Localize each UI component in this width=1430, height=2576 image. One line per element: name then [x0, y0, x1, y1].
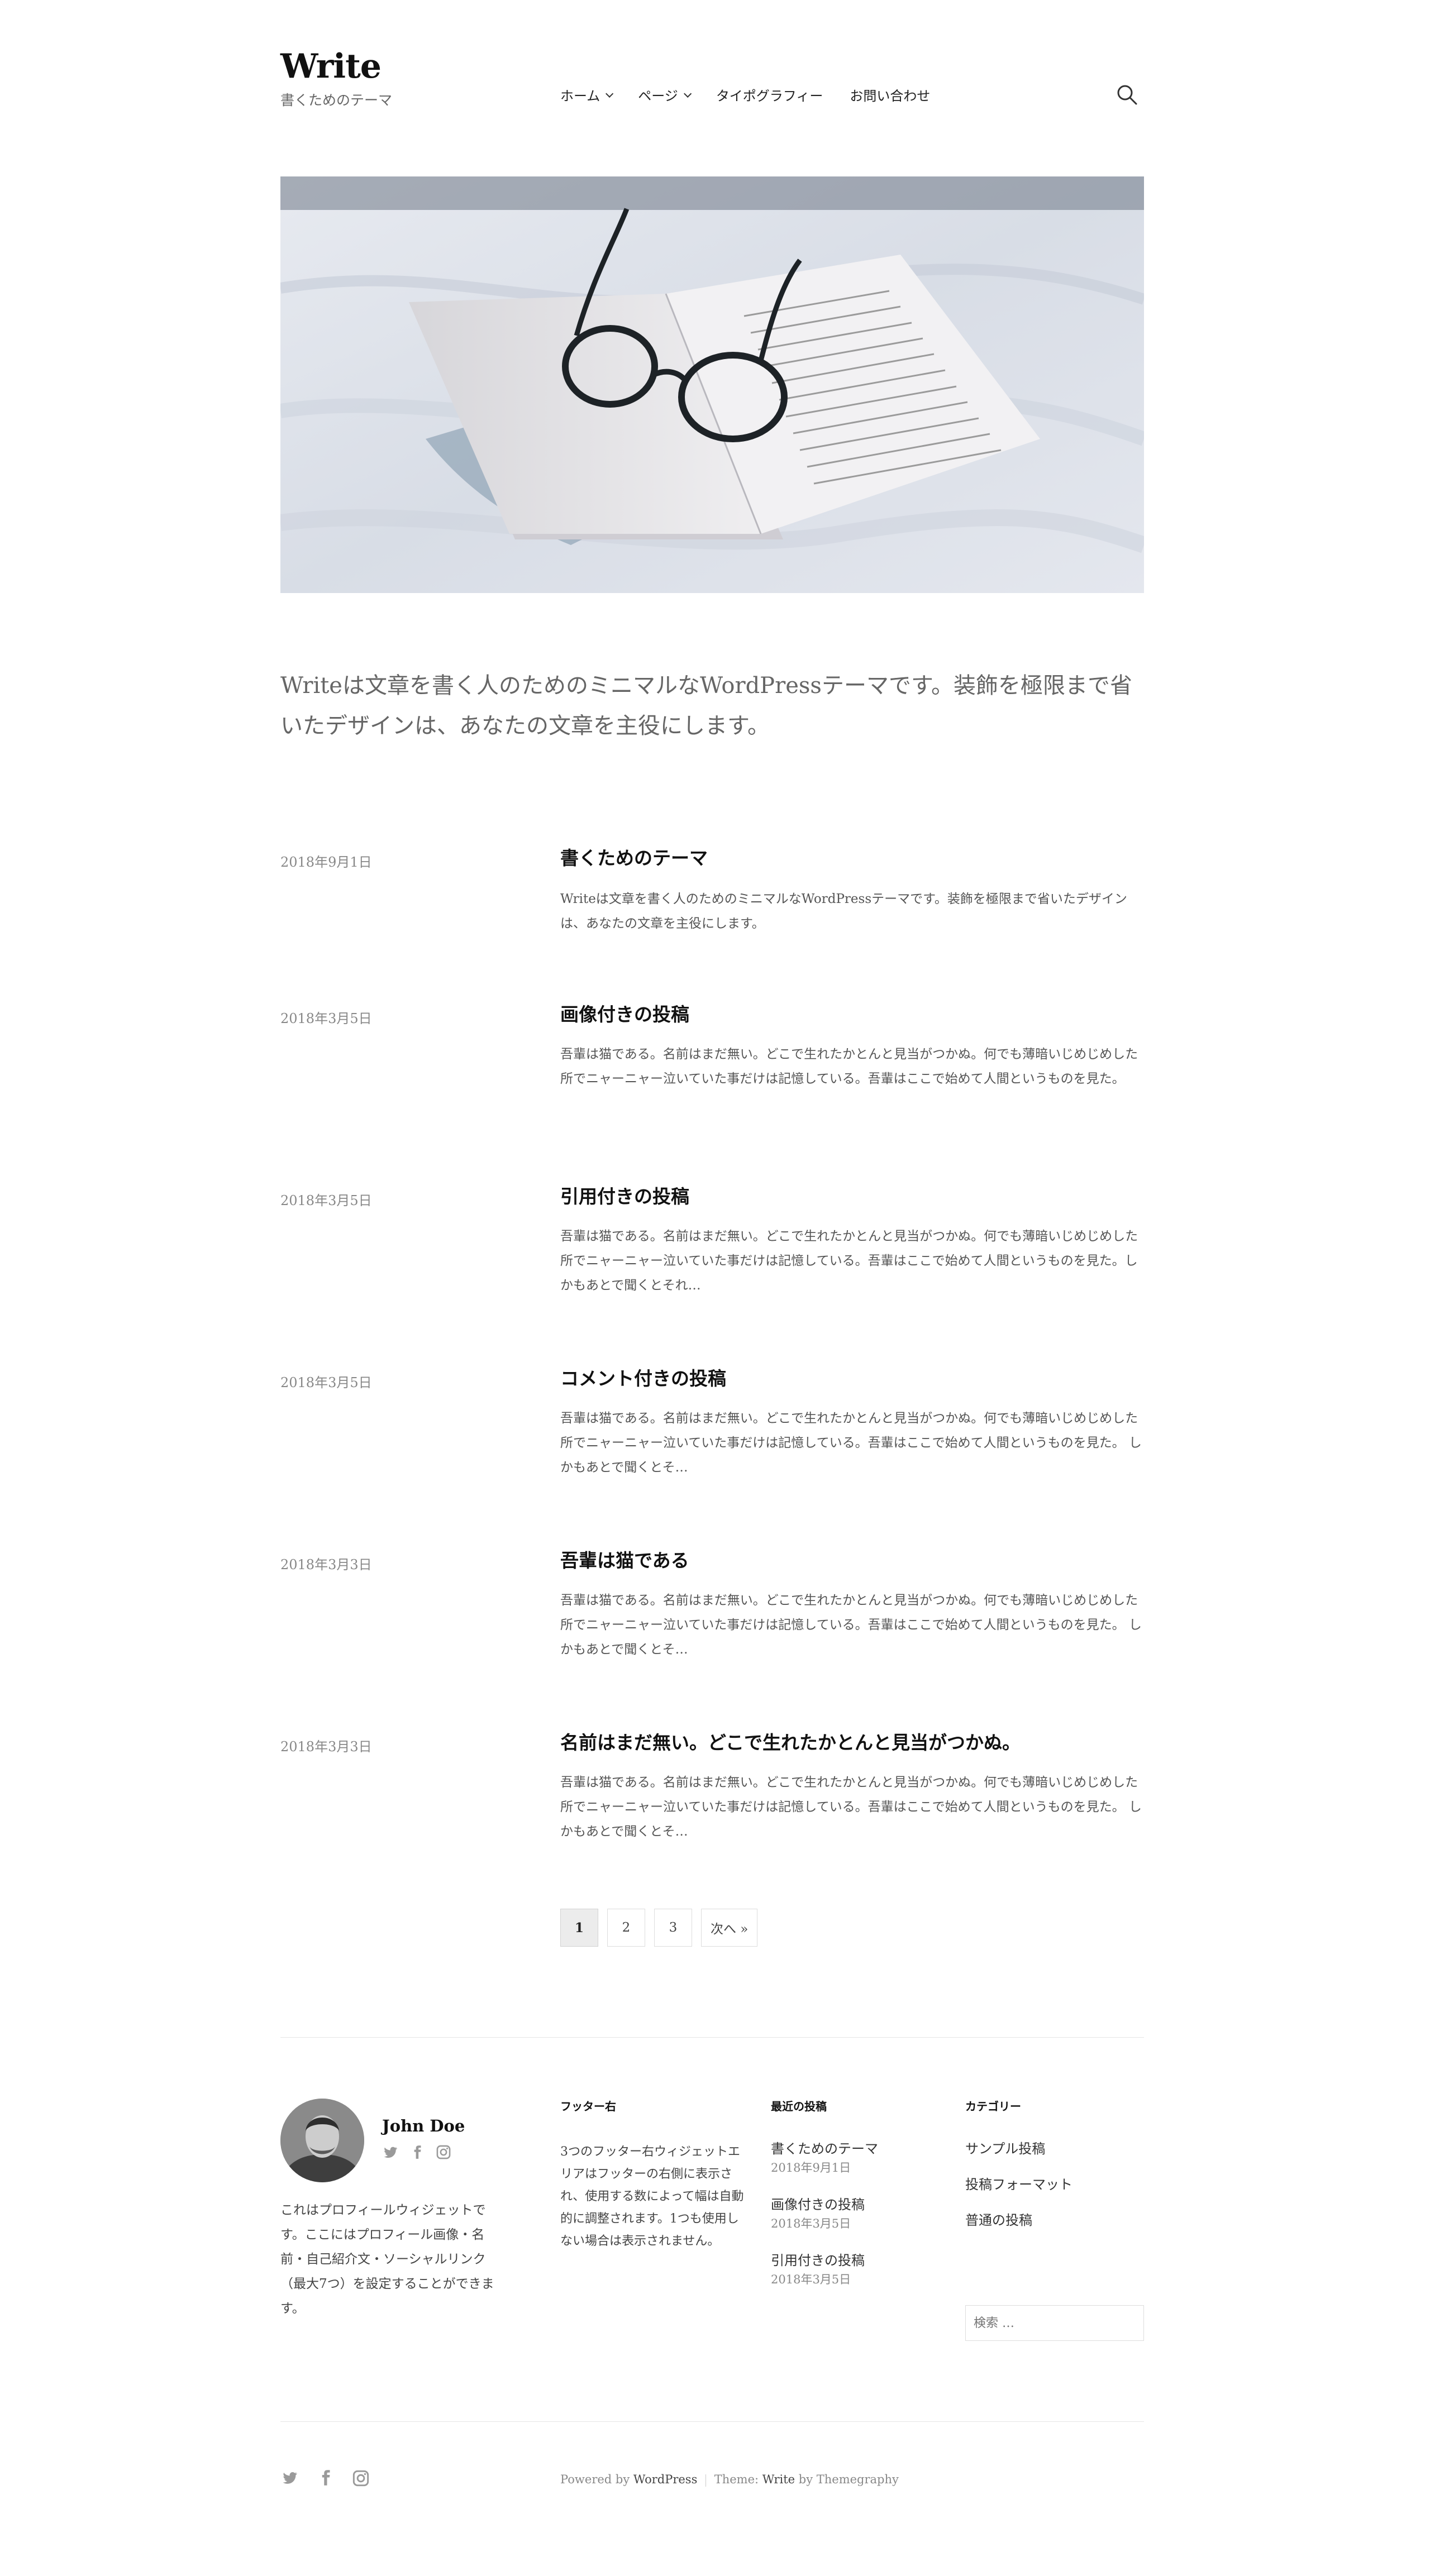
post-date[interactable]: 2018年3月3日	[280, 1736, 372, 1755]
post-date[interactable]: 2018年3月3日	[280, 1554, 372, 1573]
post-excerpt: Writeは文章を書く人のためのミニマルなWordPressテーマです。装飾を極…	[560, 892, 1127, 931]
widget-title-recent-posts: 最近の投稿	[771, 2100, 827, 2113]
recent-post-date: 2018年9月1日	[771, 2161, 851, 2174]
recent-posts-list: 書くためのテーマ 2018年9月1日 画像付きの投稿 2018年3月5日 引用付…	[771, 2139, 955, 2306]
categories-list: サンプル投稿 投稿フォーマット 普通の投稿	[965, 2139, 1072, 2246]
wordpress-link[interactable]: WordPress	[633, 2473, 697, 2486]
post-date[interactable]: 2018年3月5日	[280, 1189, 372, 1209]
recent-post-link[interactable]: 引用付きの投稿	[771, 2250, 955, 2271]
list-item: 画像付きの投稿 2018年3月5日	[771, 2195, 955, 2233]
nav-item-label: ホーム	[560, 88, 600, 104]
site-title[interactable]: Write	[280, 47, 382, 86]
post-date[interactable]: 2018年3月5日	[280, 1007, 372, 1027]
nav-item-home[interactable]: ホーム	[560, 85, 614, 104]
theme-author: by Themegraphy	[798, 2473, 899, 2486]
post-title[interactable]: 吾輩は猫である	[560, 1546, 689, 1573]
post-title[interactable]: 引用付きの投稿	[560, 1182, 689, 1208]
avatar	[280, 2099, 364, 2182]
site-credits: Powered by WordPress Theme: Write by The…	[560, 2473, 899, 2487]
nav-item-typography[interactable]: タイポグラフィー	[716, 85, 823, 104]
theme-label: Theme:	[714, 2473, 759, 2486]
bottom-divider	[280, 2421, 1144, 2422]
nav-item-label: タイポグラフィー	[716, 88, 823, 104]
nav-item-label: ページ	[638, 88, 678, 104]
twitter-icon[interactable]	[280, 2469, 299, 2486]
theme-link[interactable]: Write	[762, 2473, 795, 2486]
post-excerpt: 吾輩は猫である。名前はまだ無い。どこで生れたかとんと見当がつかぬ。何でも薄暗いじ…	[560, 1047, 1138, 1086]
post-excerpt: 吾輩は猫である。名前はまだ無い。どこで生れたかとんと見当がつかぬ。何でも薄暗いじ…	[560, 1411, 1142, 1475]
post-title[interactable]: 書くためのテーマ	[560, 843, 708, 870]
page-link-3[interactable]: 3	[654, 1909, 692, 1947]
page-link-2[interactable]: 2	[607, 1909, 645, 1947]
search-icon	[1117, 85, 1137, 105]
widget-title-categories: カテゴリー	[965, 2100, 1021, 2113]
nav-item-contact[interactable]: お問い合わせ	[850, 85, 930, 104]
intro-text: Writeは文章を書く人のためのミニマルなWordPressテーマです。装飾を極…	[280, 673, 1132, 739]
page-current: 1	[560, 1909, 598, 1947]
site-description: 書くためのテーマ	[280, 92, 393, 108]
instagram-icon[interactable]	[352, 2469, 370, 2487]
nav-item-pages[interactable]: ページ	[638, 85, 692, 104]
footer-right-text: 3つのフッター右ウィジェットエリアはフッターの右側に表示され、使用する数によって…	[560, 2145, 744, 2248]
powered-by-label: Powered by	[560, 2473, 630, 2486]
recent-post-link[interactable]: 画像付きの投稿	[771, 2195, 955, 2215]
category-link[interactable]: 普通の投稿	[965, 2210, 1072, 2230]
hero-image	[280, 176, 1144, 593]
chevron-down-icon	[606, 89, 614, 98]
next-page-link[interactable]: 次へ »	[701, 1909, 758, 1947]
nav-item-label: お問い合わせ	[850, 88, 931, 104]
widget-title-footer-right: フッター右	[560, 2100, 616, 2113]
recent-post-date: 2018年3月5日	[771, 2217, 851, 2230]
search-button[interactable]	[1115, 83, 1140, 107]
list-item: 書くためのテーマ 2018年9月1日	[771, 2139, 955, 2177]
profile-text: これはプロフィールウィジェットです。ここにはプロフィール画像・名前・自己紹介文・…	[280, 2203, 494, 2316]
profile-name: John Doe	[382, 2116, 465, 2135]
post-excerpt: 吾輩は猫である。名前はまだ無い。どこで生れたかとんと見当がつかぬ。何でも薄暗いじ…	[560, 1593, 1142, 1657]
footer-divider	[280, 2037, 1144, 2038]
post-title[interactable]: コメント付きの投稿	[560, 1364, 726, 1390]
chevron-down-icon	[683, 89, 692, 98]
facebook-icon[interactable]	[317, 2469, 334, 2486]
instagram-icon[interactable]	[436, 2144, 451, 2160]
recent-post-link[interactable]: 書くためのテーマ	[771, 2139, 955, 2159]
post-excerpt: 吾輩は猫である。名前はまだ無い。どこで生れたかとんと見当がつかぬ。何でも薄暗いじ…	[560, 1229, 1138, 1293]
profile-social-links	[382, 2144, 451, 2160]
twitter-icon[interactable]	[382, 2144, 399, 2160]
category-link[interactable]: 投稿フォーマット	[965, 2174, 1072, 2195]
list-item: 引用付きの投稿 2018年3月5日	[771, 2250, 955, 2288]
post-title[interactable]: 画像付きの投稿	[560, 1000, 689, 1026]
post-date[interactable]: 2018年3月5日	[280, 1371, 372, 1391]
post-date[interactable]: 2018年9月1日	[280, 851, 372, 871]
footer-social-links	[280, 2469, 370, 2487]
post-title[interactable]: 名前はまだ無い。どこで生れたかとんと見当がつかぬ。	[560, 1728, 1021, 1755]
facebook-icon[interactable]	[410, 2144, 425, 2160]
search-input[interactable]	[965, 2305, 1144, 2341]
pagination: 1 2 3 次へ »	[560, 1909, 758, 1947]
category-link[interactable]: サンプル投稿	[965, 2139, 1072, 2159]
recent-post-date: 2018年3月5日	[771, 2273, 851, 2286]
post-excerpt: 吾輩は猫である。名前はまだ無い。どこで生れたかとんと見当がつかぬ。何でも薄暗いじ…	[560, 1775, 1142, 1839]
main-navigation: ホーム ページ タイポグラフィー お問い合わせ	[560, 85, 930, 104]
